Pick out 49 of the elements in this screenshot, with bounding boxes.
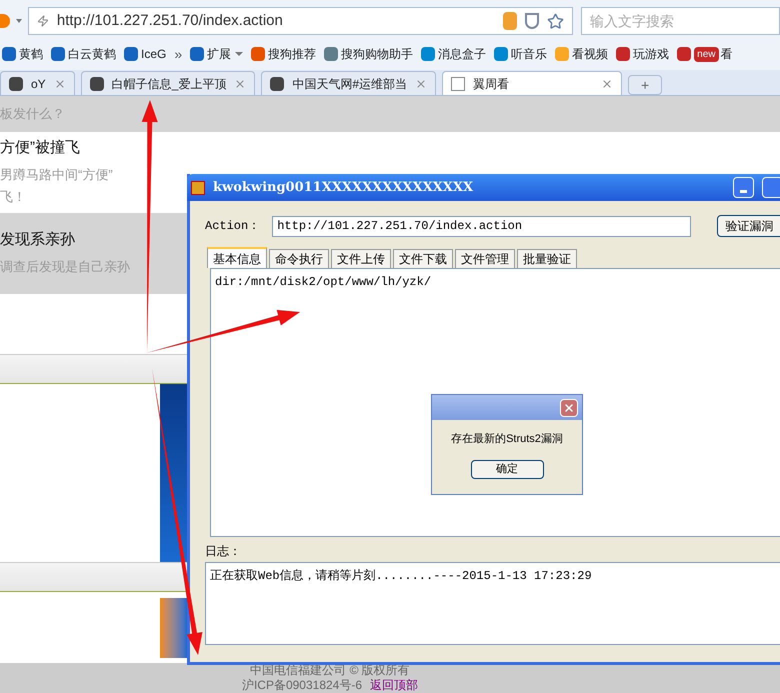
bookmark-link[interactable]: 看视频 xyxy=(553,45,610,63)
action-url-field[interactable]: http://101.227.251.70/index.action xyxy=(272,216,691,236)
browser-tab[interactable]: oY xyxy=(0,71,75,95)
bookmark-link[interactable]: 黄鹤 xyxy=(0,45,45,63)
more-bookmarks-button[interactable]: » xyxy=(172,44,184,64)
action-label: Action： xyxy=(205,218,260,235)
ok-button[interactable]: 确定 xyxy=(470,460,544,478)
app-tab[interactable]: 命令执行 xyxy=(269,249,329,268)
new-badge: new xyxy=(694,46,718,62)
url-text: http://101.227.251.70/index.action xyxy=(56,10,284,31)
tab-title: 翼周看 xyxy=(473,76,510,92)
app-tab[interactable]: 文件上传 xyxy=(331,249,391,268)
app-tab[interactable]: 批量验证 xyxy=(517,249,577,268)
news-title: 发现系亲孙 xyxy=(0,230,75,250)
new-tab-button[interactable]: + xyxy=(628,75,662,95)
search-field[interactable]: 输入文字搜索 xyxy=(581,7,780,35)
bookmark-link[interactable]: 搜狗购物助手 xyxy=(322,45,416,63)
tab-title: 中国天气网#运维部当 xyxy=(292,76,408,92)
browser-tab[interactable]: 翼周看 xyxy=(442,71,622,95)
log-textbox[interactable]: 正在获取Web信息，请稍等片刻........----2015-1-13 17:23:29 xyxy=(205,562,780,645)
browser-tab[interactable]: 中国天气网#运维部当 xyxy=(261,71,436,95)
news-summary: 板发什么？ xyxy=(0,105,65,123)
bookmark-label: 看 xyxy=(720,46,732,63)
tab-title: oY xyxy=(31,76,46,92)
back-to-top-link[interactable]: 返回顶部 xyxy=(370,678,418,693)
bookmark-link[interactable]: 玩游戏 xyxy=(614,45,672,63)
bookmark-link[interactable]: 消息盒子 xyxy=(419,45,488,63)
icp-text: 沪ICP备09031824号-6 xyxy=(242,678,362,693)
verify-button[interactable]: 验证漏洞 xyxy=(716,215,780,237)
news-summary: 男蹲马路中间“方便” xyxy=(0,166,113,184)
extensions-menu[interactable]: 扩展 xyxy=(188,45,246,63)
bookmark-link[interactable]: new 看 xyxy=(675,45,734,63)
app-tab[interactable]: 文件下载 xyxy=(393,249,453,268)
app-tab[interactable]: 基本信息 xyxy=(207,247,267,268)
tab-title: 白帽子信息_爱上平顶 xyxy=(112,76,226,92)
bookmark-link[interactable]: IceG xyxy=(122,45,168,63)
bookmark-link[interactable]: 搜狗推荐 xyxy=(249,45,318,63)
address-bar[interactable]: http://101.227.251.70/index.action xyxy=(28,7,573,35)
news-summary: 飞！ xyxy=(0,188,26,206)
news-item[interactable]: 发现系亲孙 调查后发现是自己亲孙 xyxy=(0,213,187,294)
bookmark-link[interactable]: 白云黄鹤 xyxy=(49,45,118,63)
log-label: 日志： xyxy=(205,543,241,560)
news-summary: 调查后发现是自己亲孙 xyxy=(0,258,130,276)
news-title: 方便”被撞飞 xyxy=(0,138,80,158)
app-tab[interactable]: 文件管理 xyxy=(455,249,515,268)
browser-tab[interactable]: 白帽子信息_爱上平顶 xyxy=(80,71,256,95)
window-title: kwokwing0011XXXXXXXXXXXXXXX xyxy=(213,178,474,197)
dialog-message: 存在最新的Struts2漏洞 xyxy=(450,432,564,447)
bookmark-link[interactable]: 听音乐 xyxy=(492,45,550,63)
